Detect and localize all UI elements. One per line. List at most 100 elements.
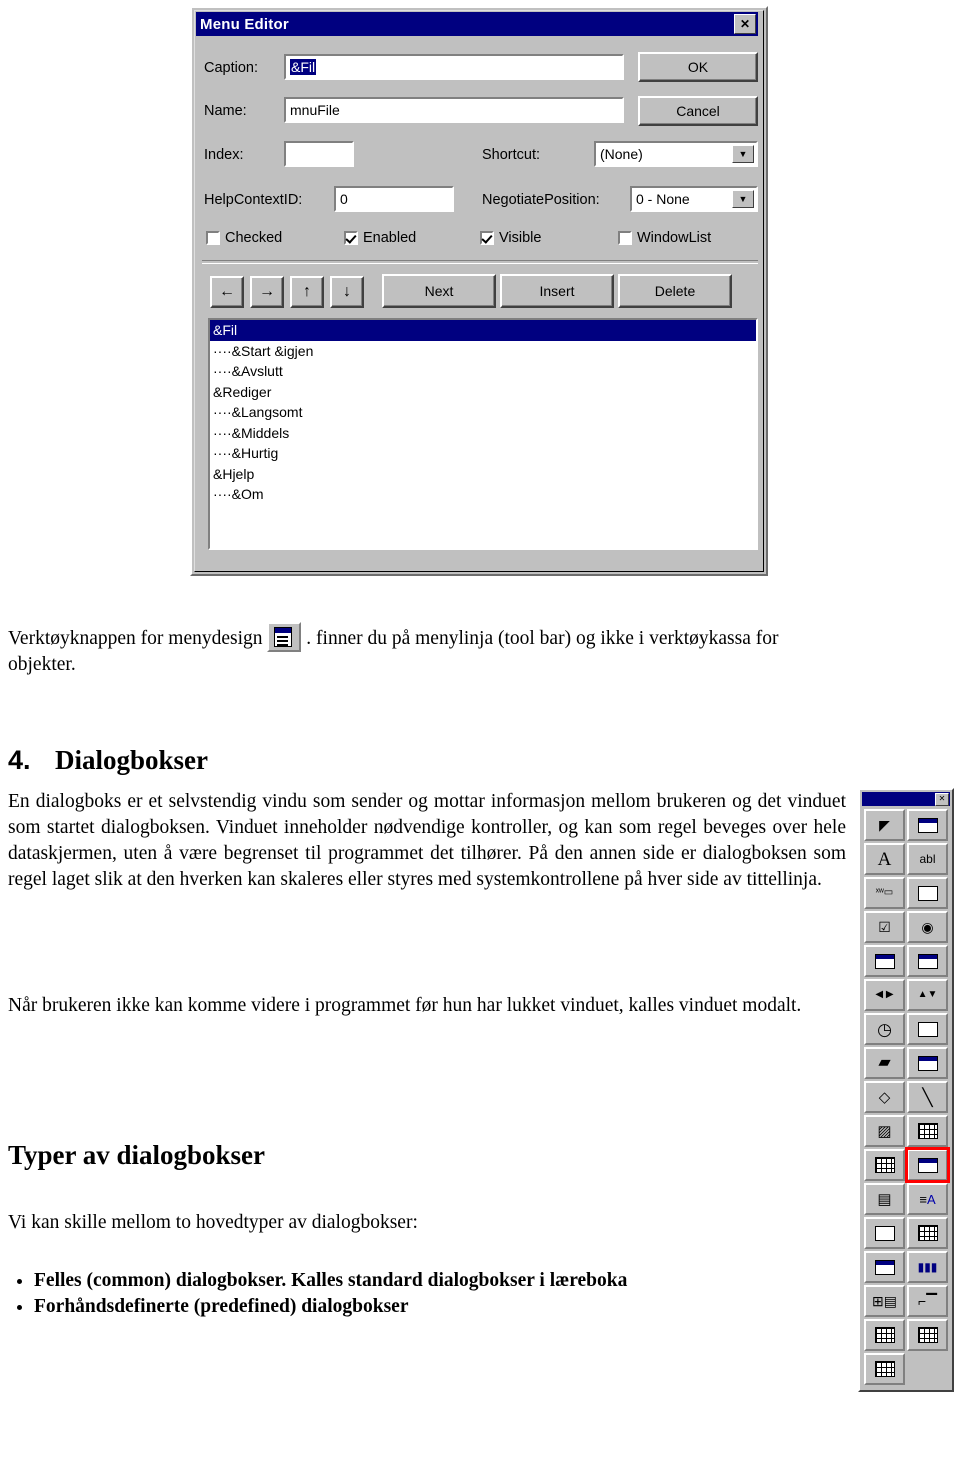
list-item[interactable]: &Fil (210, 320, 756, 341)
shortcut-label: Shortcut: (482, 147, 541, 163)
masked-edit-tool[interactable] (907, 1217, 948, 1249)
name-value: mnuFile (290, 102, 340, 118)
shortcut-value: (None) (600, 146, 643, 162)
vb-toolbox: ✕ ◤ A abl ˣʷ▭ ☑ ◉ ◀ ▶ ▲▼ ◷ ▰ ◇ ╲ ▨ ▤ ≡A … (858, 788, 954, 1392)
picture-clip-tool[interactable] (864, 1217, 905, 1249)
checkbox-visible-box[interactable] (480, 231, 494, 245)
negotiate-label: NegotiatePosition: (482, 192, 600, 208)
menu-editor-dialog: Menu Editor ✕ Caption: &Fil OK Name: mnu… (190, 6, 768, 576)
panel-tool[interactable] (864, 1251, 905, 1283)
shortcut-combo[interactable]: (None) ▼ (594, 141, 758, 167)
textbox-tool[interactable]: abl (907, 843, 948, 875)
list-item[interactable]: ····&Avslutt (210, 361, 756, 382)
dialog-titlebar[interactable]: Menu Editor ✕ (196, 12, 758, 36)
line-tool[interactable]: ╲ (907, 1081, 948, 1113)
data-tool[interactable] (907, 1115, 948, 1147)
index-input[interactable] (284, 141, 354, 167)
section-title: Dialogbokser (55, 745, 209, 775)
check-box-tool[interactable]: ☑ (864, 911, 905, 943)
paragraph-3: Vi kan skille mellom to hovedtyper av di… (8, 1212, 418, 1233)
list-item[interactable]: ····&Langsomt (210, 402, 756, 423)
list-view-tool[interactable] (864, 1319, 905, 1351)
timer-tool[interactable]: ◷ (864, 1013, 905, 1045)
negotiate-value: 0 - None (636, 191, 690, 207)
move-down-button[interactable]: ↓ (330, 276, 364, 308)
checkbox-windowlist-label: WindowList (637, 230, 712, 246)
tree-view-tool[interactable]: ⌐▔ (907, 1285, 948, 1317)
file-list-box-tool[interactable] (907, 1047, 948, 1079)
close-icon[interactable]: ✕ (935, 792, 949, 806)
toolbox-titlebar[interactable]: ✕ (862, 792, 950, 806)
name-label: Name: (204, 103, 247, 119)
progress-bar-tool[interactable]: ▮▮▮ (907, 1251, 948, 1283)
checkbox-checked[interactable]: Checked (206, 230, 282, 246)
list-item[interactable]: &Rediger (210, 382, 756, 403)
combo-box-tool[interactable] (864, 945, 905, 977)
hscroll-bar-tool[interactable]: ◀ ▶ (864, 979, 905, 1011)
picture-box-tool[interactable] (907, 809, 948, 841)
frame-tool[interactable]: ˣʷ▭ (864, 877, 905, 909)
checkbox-visible[interactable]: Visible (480, 230, 541, 246)
list-item[interactable]: ····&Middels (210, 423, 756, 444)
delete-label: Delete (654, 283, 696, 299)
command-button-tool[interactable] (907, 877, 948, 909)
caption-input[interactable]: &Fil (284, 54, 624, 80)
chevron-down-icon[interactable]: ▼ (732, 145, 754, 163)
image-tool[interactable]: ▨ (864, 1115, 905, 1147)
grid-control-tool[interactable]: ▤ (864, 1183, 905, 1215)
caption-label: Caption: (204, 60, 259, 76)
pointer-tool[interactable]: ◤ (864, 809, 905, 841)
arrow-down-icon: ↓ (343, 283, 351, 300)
cancel-label: Cancel (676, 103, 720, 119)
outline-tool[interactable]: ⊞▤ (864, 1285, 905, 1317)
name-input[interactable]: mnuFile (284, 97, 624, 123)
ok-button[interactable]: OK (638, 52, 758, 82)
helpcontext-input[interactable]: 0 (334, 186, 454, 212)
checkbox-checked-box[interactable] (206, 231, 220, 245)
drive-list-box-tool[interactable] (907, 1013, 948, 1045)
checkbox-windowlist-box[interactable] (618, 231, 632, 245)
list-item[interactable]: ····&Om (210, 484, 756, 505)
calendar-tool[interactable] (864, 1353, 905, 1385)
heading-typer-av-dialogbokser: Typer av dialogbokser (8, 1140, 266, 1170)
toolbar-tool[interactable] (907, 1319, 948, 1351)
dialog-title: Menu Editor (200, 15, 289, 33)
toolbox-grid: ◤ A abl ˣʷ▭ ☑ ◉ ◀ ▶ ▲▼ ◷ ▰ ◇ ╲ ▨ ▤ ≡A ▮▮… (860, 806, 952, 1390)
cancel-button[interactable]: Cancel (638, 96, 758, 126)
list-box-tool[interactable] (907, 945, 948, 977)
checkbox-enabled[interactable]: Enabled (344, 230, 416, 246)
vscroll-bar-tool[interactable]: ▲▼ (907, 979, 948, 1011)
checkbox-enabled-box[interactable] (344, 231, 358, 245)
checkbox-checked-label: Checked (225, 230, 283, 246)
next-button[interactable]: Next (382, 274, 496, 308)
next-label: Next (424, 283, 454, 299)
checkbox-windowlist[interactable]: WindowList (618, 230, 711, 246)
dir-list-box-tool[interactable]: ▰ (864, 1047, 905, 1079)
checkbox-visible-label: Visible (499, 230, 542, 246)
helpcontext-label: HelpContextID: (204, 192, 303, 208)
caption-value: &Fil (290, 59, 317, 75)
menu-items-listbox[interactable]: &Fil ····&Start &igjen ····&Avslutt &Red… (208, 318, 758, 550)
close-icon[interactable]: ✕ (734, 14, 756, 34)
delete-button[interactable]: Delete (618, 274, 732, 308)
negotiate-combo[interactable]: 0 - None ▼ (630, 186, 758, 212)
section-number: 4. (8, 745, 31, 775)
arrow-up-icon: ↑ (303, 283, 311, 300)
separator (202, 260, 758, 264)
common-dialog-tool[interactable] (905, 1147, 950, 1183)
move-right-button[interactable]: → (250, 276, 284, 308)
insert-button[interactable]: Insert (500, 274, 614, 308)
option-button-tool[interactable]: ◉ (907, 911, 948, 943)
toolbutton-caption: Verktøyknappen for menydesign . finner d… (8, 622, 808, 678)
shape-tool[interactable]: ◇ (864, 1081, 905, 1113)
ole-tool[interactable] (864, 1149, 905, 1181)
rich-textbox-tool[interactable]: ≡A (907, 1183, 948, 1215)
move-up-button[interactable]: ↑ (290, 276, 324, 308)
label-tool[interactable]: A (864, 843, 905, 875)
list-item[interactable]: ····&Start &igjen (210, 341, 756, 362)
chevron-down-icon-2[interactable]: ▼ (732, 190, 754, 208)
list-item[interactable]: &Hjelp (210, 464, 756, 485)
list-item[interactable]: ····&Hurtig (210, 443, 756, 464)
move-left-button[interactable]: ← (210, 276, 244, 308)
arrow-right-icon: → (259, 283, 275, 300)
